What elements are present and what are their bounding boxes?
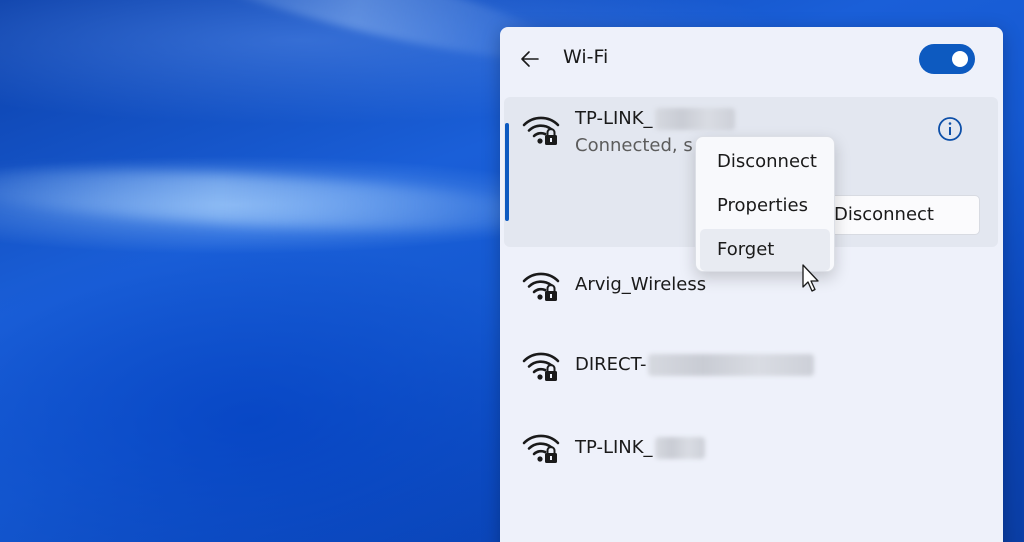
menu-item-properties[interactable]: Properties bbox=[700, 185, 830, 227]
redacted-text bbox=[654, 437, 705, 459]
redacted-text bbox=[654, 108, 735, 130]
selection-indicator bbox=[505, 123, 509, 221]
panel-header: Wi-Fi bbox=[500, 27, 1003, 93]
network-name: DIRECT- bbox=[575, 354, 815, 376]
network-name: TP-LINK_ bbox=[575, 108, 735, 130]
mouse-cursor-icon bbox=[802, 264, 819, 292]
menu-item-disconnect[interactable]: Disconnect bbox=[700, 141, 830, 183]
desktop-wallpaper: Wi-Fi TP-LINK_ Connected, s Disconnect A… bbox=[0, 0, 1024, 542]
redacted-text bbox=[648, 354, 815, 376]
network-item[interactable]: DIRECT- bbox=[504, 335, 998, 395]
network-status: Connected, s bbox=[575, 135, 693, 156]
back-arrow-icon[interactable] bbox=[518, 47, 542, 71]
wifi-panel: Wi-Fi TP-LINK_ Connected, s Disconnect A… bbox=[500, 27, 1003, 542]
wifi-toggle[interactable] bbox=[919, 44, 975, 74]
context-menu: Disconnect Properties Forget bbox=[695, 136, 835, 272]
disconnect-button[interactable]: Disconnect bbox=[817, 195, 980, 235]
wallpaper-streak bbox=[0, 158, 561, 242]
wifi-secured-icon bbox=[522, 434, 560, 463]
network-item[interactable]: TP-LINK_ bbox=[504, 417, 998, 477]
network-name: Arvig_Wireless bbox=[575, 274, 707, 295]
wifi-secured-icon bbox=[522, 116, 560, 145]
panel-title: Wi-Fi bbox=[563, 46, 609, 68]
wifi-secured-icon bbox=[522, 272, 560, 301]
wifi-secured-icon bbox=[522, 352, 560, 381]
toggle-knob bbox=[952, 51, 968, 67]
info-icon[interactable] bbox=[937, 116, 963, 142]
network-name: TP-LINK_ bbox=[575, 437, 705, 459]
